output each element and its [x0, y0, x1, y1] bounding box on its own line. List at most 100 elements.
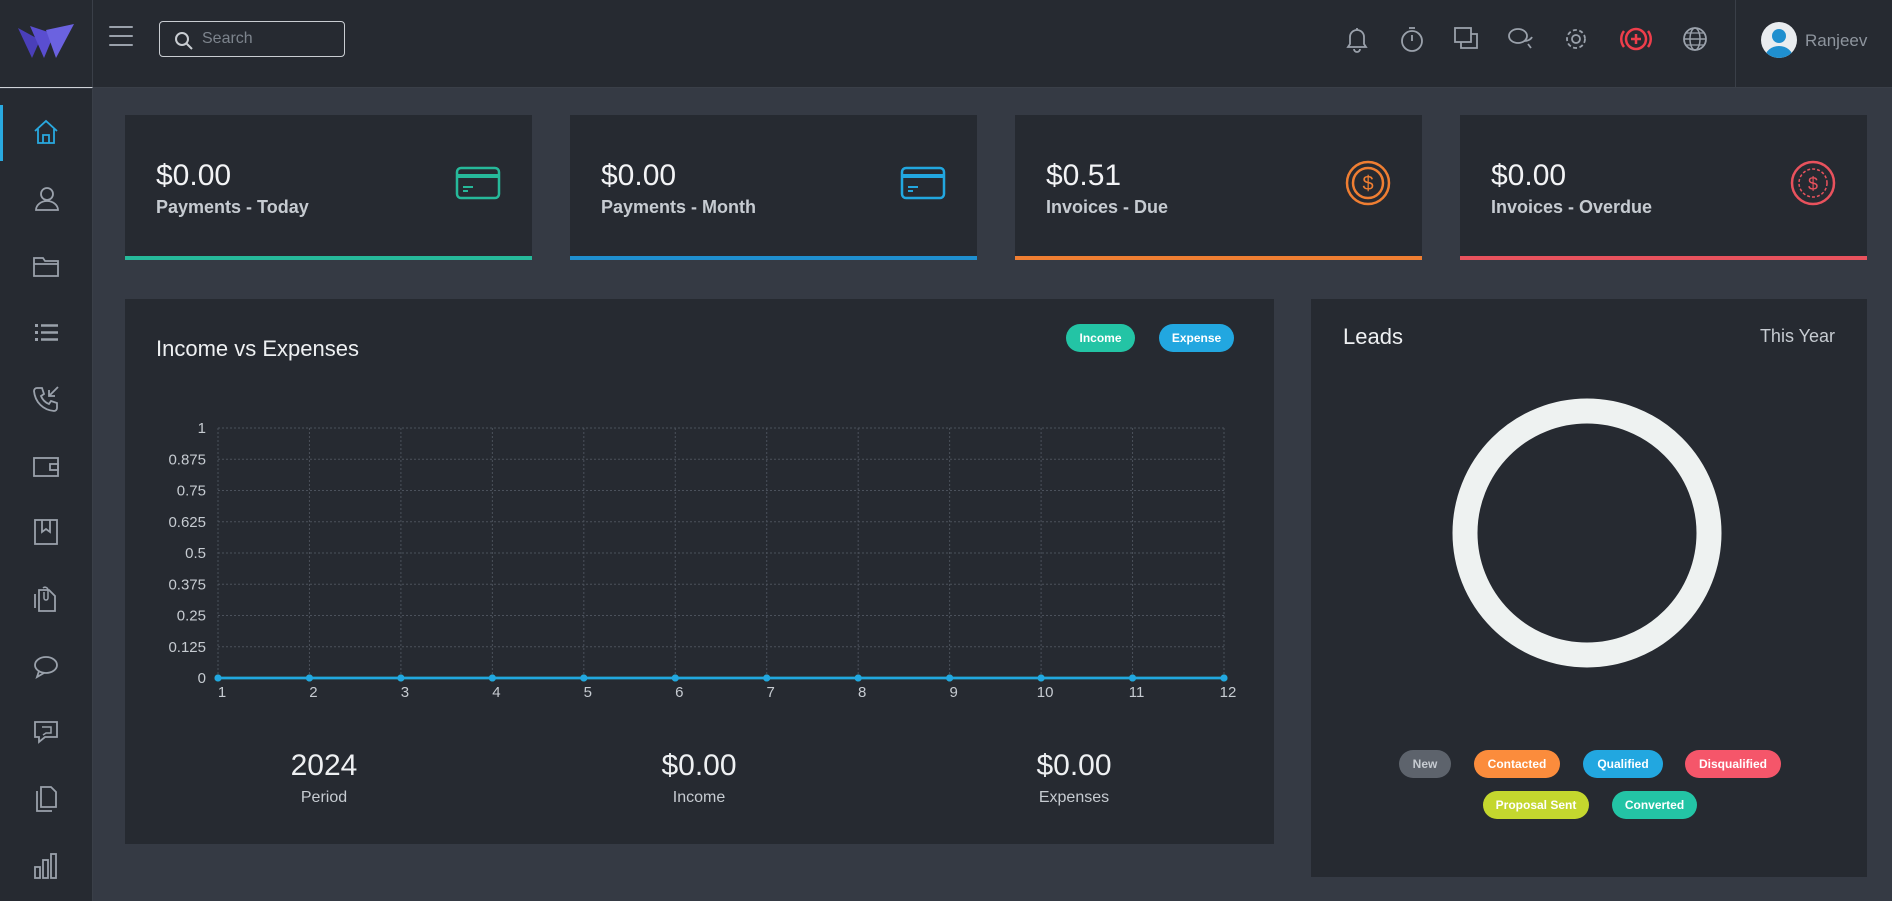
stat-card-payments-month[interactable]: $0.00 Payments - Month: [570, 115, 977, 260]
summary-period: 2024 Period: [224, 749, 424, 807]
gear-icon[interactable]: [1561, 24, 1591, 54]
y-tick-label: 0.75: [177, 483, 206, 500]
search-input[interactable]: [202, 29, 332, 49]
sidebar-item-support[interactable]: [0, 705, 93, 755]
card-label: Invoices - Overdue: [1491, 197, 1653, 217]
stat-card-invoices-overdue[interactable]: $0.00 Invoices - Overdue $: [1460, 115, 1867, 260]
x-tick-label: 2: [309, 684, 317, 701]
logo[interactable]: [0, 0, 93, 88]
income-value: $0.00: [661, 749, 737, 782]
sidebar-item-wallet[interactable]: [0, 439, 93, 489]
user-name[interactable]: Ranjeev: [1805, 31, 1867, 51]
stat-card-payments-today[interactable]: $0.00 Payments - Today: [125, 115, 532, 260]
support-icon: [34, 721, 58, 744]
bookmark-icon: [34, 519, 58, 545]
globe-icon[interactable]: [1680, 24, 1710, 54]
credit-card-icon: [454, 159, 502, 207]
sidebar-item-home[interactable]: [0, 105, 93, 161]
home-icon: [34, 119, 58, 144]
lead-status-qualified[interactable]: Qualified: [1583, 750, 1663, 778]
card-label: Payments - Month: [601, 197, 757, 217]
reports-icon: [34, 853, 57, 879]
sidebar-item-files[interactable]: [0, 572, 93, 622]
y-tick-label: 0.875: [168, 451, 206, 468]
x-tick-label: 7: [767, 684, 775, 701]
chat-icon: [34, 656, 58, 679]
chat-icon[interactable]: [1506, 24, 1536, 54]
avatar[interactable]: [1761, 22, 1797, 58]
card-amount: $0.00: [1491, 159, 1567, 192]
x-tick-label: 10: [1037, 684, 1054, 701]
bell-icon[interactable]: [1342, 24, 1372, 54]
sidebar-item-calls[interactable]: [0, 372, 93, 422]
stat-card-invoices-due[interactable]: $0.51 Invoices - Due $: [1015, 115, 1422, 260]
data-point-expense: [854, 674, 862, 682]
data-point-expense: [1129, 674, 1137, 682]
sidebar-item-messages[interactable]: [0, 639, 93, 689]
data-point-expense: [1037, 674, 1045, 682]
menu-toggle-button[interactable]: [109, 26, 133, 48]
summary-expenses: $0.00 Expenses: [974, 749, 1174, 807]
data-point-expense: [946, 674, 954, 682]
search-box[interactable]: [159, 21, 345, 57]
expenses-label: Expenses: [1038, 789, 1110, 806]
credit-card-icon: [899, 159, 947, 207]
lead-status-disqualified[interactable]: Disqualified: [1685, 750, 1781, 778]
x-tick-label: 11: [1129, 684, 1145, 701]
expenses-value: $0.00: [1036, 749, 1112, 782]
y-tick-label: 0.125: [168, 639, 206, 656]
plus-circle-icon[interactable]: [1617, 24, 1655, 54]
card-label: Invoices - Due: [1046, 197, 1169, 217]
card-label: Payments - Today: [156, 197, 309, 217]
y-tick-label: 0.375: [168, 576, 206, 593]
divider: [1735, 0, 1736, 88]
income-expenses-panel: Income vs Expenses Income Expense 0 0.125…: [125, 299, 1274, 844]
x-tick-label: 4: [492, 684, 500, 701]
folder-icon: [33, 257, 59, 277]
x-tick-label: 3: [401, 684, 409, 701]
sidebar-item-projects[interactable]: [0, 239, 93, 289]
leads-donut-chart: [1452, 398, 1722, 668]
dollar-coin-icon: $: [1789, 159, 1837, 207]
data-point-expense: [671, 674, 679, 682]
sidebar-item-bookmarks[interactable]: [0, 505, 93, 555]
x-tick-label: 6: [675, 684, 683, 701]
period-label: Period: [300, 789, 348, 806]
lead-status-proposal-sent[interactable]: Proposal Sent: [1483, 791, 1589, 819]
card-amount: $0.00: [601, 159, 677, 192]
lead-status-new[interactable]: New: [1399, 750, 1451, 778]
data-point-expense: [488, 674, 496, 682]
y-tick-label: 0: [198, 670, 206, 687]
windows-icon[interactable]: [1451, 24, 1481, 54]
y-tick-label: 0.25: [177, 608, 206, 625]
wallet-icon: [33, 457, 59, 477]
summary-income: $0.00 Income: [599, 749, 799, 807]
users-icon: [35, 187, 59, 211]
data-point-expense: [580, 674, 588, 682]
card-accent-bar: [570, 256, 977, 260]
search-icon: [175, 32, 193, 50]
top-bar: Ranjeev: [0, 0, 1892, 88]
phone-icon: [33, 386, 59, 412]
data-point-expense: [1220, 674, 1228, 682]
lead-status-converted[interactable]: Converted: [1612, 791, 1697, 819]
y-tick-label: 0.625: [168, 514, 206, 531]
leads-panel: Leads This Year New Contacted Qualified …: [1311, 299, 1867, 877]
card-accent-bar: [1460, 256, 1867, 260]
list-icon: [35, 324, 58, 341]
sidebar-item-users[interactable]: [0, 172, 93, 222]
sidebar-item-documents[interactable]: [0, 772, 93, 822]
x-tick-label: 12: [1220, 684, 1237, 701]
data-point-expense: [214, 674, 222, 682]
logo-icon: [18, 24, 74, 58]
x-tick-label: 8: [858, 684, 866, 701]
sidebar-item-tasks[interactable]: [0, 305, 93, 355]
x-tick-label: 5: [584, 684, 592, 701]
range-selector[interactable]: This Year: [1760, 326, 1835, 347]
data-point-expense: [397, 674, 405, 682]
data-point-expense: [763, 674, 771, 682]
lead-status-contacted[interactable]: Contacted: [1474, 750, 1560, 778]
sidebar-item-reports[interactable]: [0, 839, 93, 889]
timer-icon[interactable]: [1397, 24, 1427, 54]
sidebar: [0, 89, 93, 901]
